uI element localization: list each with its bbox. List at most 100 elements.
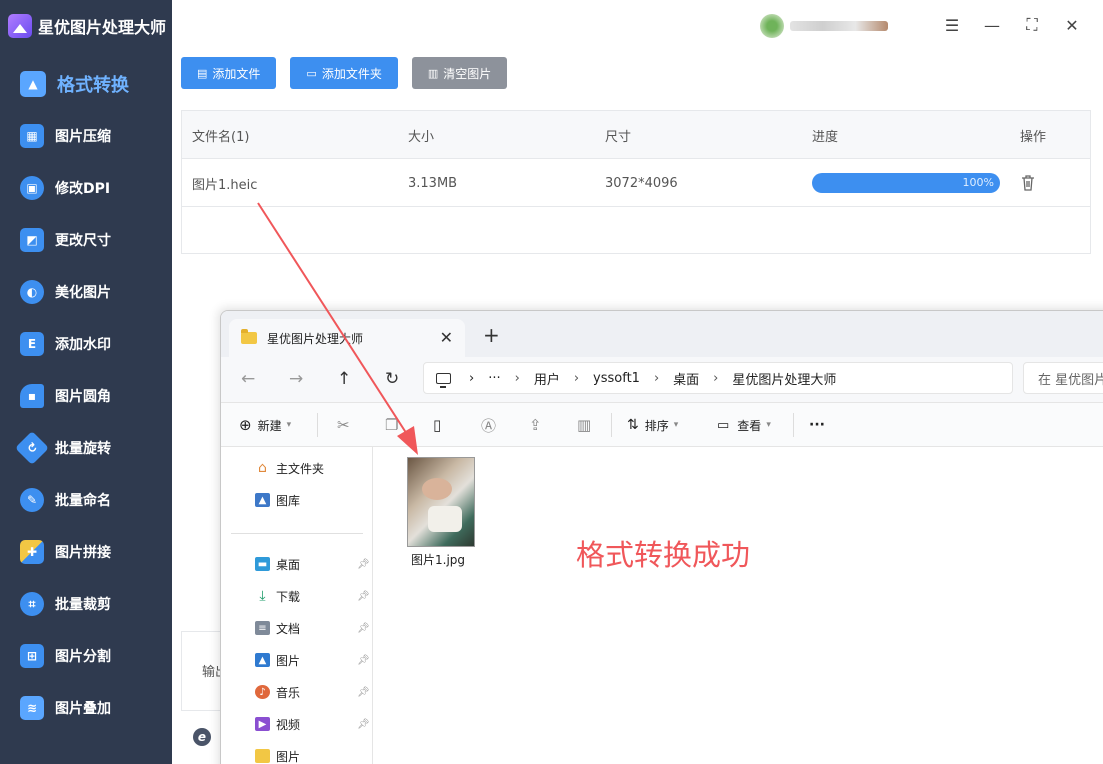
sidebar-item-beautify[interactable]: ◐ 美化图片 [0, 266, 172, 318]
nav-item-pictures[interactable]: ▲ 图片 [255, 649, 300, 671]
header-actions: 操作 [1020, 129, 1047, 145]
plus-circle-icon: ⊕ [239, 416, 252, 434]
pin-icon[interactable]: 📌︎ [357, 687, 370, 698]
sidebar-item-resize[interactable]: ◩ 更改尺寸 [0, 214, 172, 266]
nav-item-desktop[interactable]: ▬ 桌面 [255, 553, 300, 575]
breadcrumb-item[interactable]: 用户 [534, 369, 560, 388]
divider [231, 533, 363, 534]
download-icon: ⤓ [259, 588, 266, 604]
pin-icon[interactable]: 📌︎ [357, 655, 370, 666]
breadcrumb-separator: › [713, 370, 719, 386]
cut-icon[interactable]: ✂ [337, 414, 350, 436]
sidebar-item-label: 批量旋转 [55, 441, 111, 457]
divider [611, 413, 612, 437]
pictures-icon: ▲ [255, 653, 270, 667]
monitor-icon [436, 372, 451, 388]
sidebar-item-split[interactable]: ⊞ 图片分割 [0, 630, 172, 682]
dpi-icon: ▣ [20, 176, 44, 200]
pin-icon[interactable]: 📌︎ [357, 559, 370, 570]
paste-icon[interactable]: ▯ [433, 414, 441, 436]
explorer-tab[interactable]: 星优图片处理大师 ✕ [229, 319, 465, 357]
tab-title: 星优图片处理大师 [267, 331, 364, 346]
delete-icon[interactable]: ▥ [577, 414, 591, 436]
sidebar-item-dpi[interactable]: ▣ 修改DPI [0, 162, 172, 214]
sidebar-item-watermark[interactable]: E 添加水印 [0, 318, 172, 370]
nav-item-home[interactable]: ⌂ 主文件夹 [255, 457, 324, 479]
sidebar-item-label: 图片压缩 [55, 129, 111, 145]
explorer-address-bar: ← → ↑ ↻ › ··· › 用户 › yssoft1 › 桌面 › 星优图片… [221, 357, 1103, 403]
maximize-button[interactable]: ⛶ [1021, 14, 1043, 36]
file-thumbnail[interactable] [407, 457, 475, 547]
close-button[interactable]: ✕ [1061, 14, 1083, 36]
add-folder-button[interactable]: ▭ 添加文件夹 [290, 57, 398, 89]
sidebar-item-stitch[interactable]: ✚ 图片拼接 [0, 526, 172, 578]
round-corner-icon: ▪ [20, 384, 44, 408]
minimize-button[interactable]: — [981, 14, 1003, 36]
new-tab-icon[interactable]: + [483, 323, 500, 347]
clear-images-label: 清空图片 [443, 66, 492, 81]
sidebar-item-label: 添加水印 [55, 337, 111, 353]
settings-sliders-icon[interactable]: ☰ [941, 14, 963, 36]
user-account[interactable] [760, 14, 894, 38]
add-folder-label: 添加文件夹 [321, 66, 382, 81]
breadcrumb-ellipsis[interactable]: ··· [488, 371, 500, 386]
video-icon: ▶ [255, 717, 270, 731]
nav-item-music[interactable]: ♪ 音乐 [255, 681, 300, 703]
rename-icon[interactable]: Ⓐ [481, 414, 496, 436]
nav-item-downloads[interactable]: ⤓ 下载 [255, 585, 300, 607]
sidebar-item-label: 图片拼接 [55, 545, 111, 561]
close-tab-icon[interactable]: ✕ [440, 328, 453, 347]
address-input[interactable]: › ··· › 用户 › yssoft1 › 桌面 › 星优图片处理大师 [423, 362, 1013, 394]
nav-item-documents[interactable]: ≡ 文档 [255, 617, 300, 639]
breadcrumb-item[interactable]: 桌面 [673, 369, 699, 388]
sidebar-item-label: 批量命名 [55, 493, 111, 509]
success-annotation: 格式转换成功 [576, 538, 751, 572]
breadcrumb-separator: › [573, 370, 580, 386]
sidebar-item-rotate[interactable]: ↻ 批量旋转 [0, 422, 172, 474]
sort-button[interactable]: ⇅ 排序 ▾ [627, 414, 678, 436]
breadcrumb-item[interactable]: 星优图片处理大师 [732, 369, 836, 388]
clear-images-button[interactable]: ▥ 清空图片 [411, 57, 508, 89]
cell-dimensions: 3072*4096 [605, 175, 678, 191]
desktop-icon: ▬ [255, 557, 270, 571]
back-arrow-icon[interactable]: ← [241, 369, 255, 389]
share-icon[interactable]: ⇪ [529, 414, 542, 436]
sidebar-item-compress[interactable]: ▦ 图片压缩 [0, 110, 172, 162]
refresh-icon[interactable]: ↻ [385, 369, 399, 389]
resize-icon: ◩ [20, 228, 44, 252]
sidebar-item-round-corner[interactable]: ▪ 图片圆角 [0, 370, 172, 422]
copy-icon[interactable]: ❐ [385, 414, 398, 436]
sidebar-item-crop[interactable]: ⌗ 批量裁剪 [0, 578, 172, 630]
nav-item-videos[interactable]: ▶ 视频 [255, 713, 300, 735]
sidebar-item-layers[interactable]: ≋ 图片叠加 [0, 682, 172, 734]
search-input[interactable]: 在 星优图片 [1023, 362, 1103, 394]
divider [793, 413, 794, 437]
nav-item-gallery[interactable]: ▲ 图库 [255, 489, 300, 511]
file-name[interactable]: 图片1.jpg [411, 551, 465, 568]
sidebar-item-format-convert[interactable]: ▲ 格式转换 [0, 58, 172, 110]
breadcrumb-separator: › [469, 370, 475, 386]
nav-item-pictures-folder[interactable]: 图片 [255, 745, 300, 764]
pin-icon[interactable]: 📌︎ [357, 623, 370, 634]
browser-e-icon[interactable]: e [193, 728, 211, 746]
nav-label: 音乐 [276, 685, 301, 700]
table-row[interactable]: 图片1.heic 3.13MB 3072*4096 100% [182, 159, 1090, 207]
pin-icon[interactable]: 📌︎ [357, 719, 370, 730]
delete-trash-icon[interactable] [1020, 174, 1036, 192]
crop-icon: ⌗ [20, 592, 44, 616]
breadcrumb-item[interactable]: yssoft1 [593, 371, 640, 386]
up-arrow-icon[interactable]: ↑ [337, 369, 351, 389]
app-title: 星优图片处理大师 [38, 18, 167, 37]
forward-arrow-icon[interactable]: → [289, 369, 303, 389]
sidebar-item-label: 图片叠加 [55, 701, 111, 717]
header-filename: 文件名(1) [192, 129, 250, 145]
view-button[interactable]: ▭ 查看 ▾ [717, 414, 771, 436]
new-button[interactable]: ⊕ 新建 ▾ [239, 414, 291, 436]
sidebar-item-rename[interactable]: ✎ 批量命名 [0, 474, 172, 526]
pin-icon[interactable]: 📌︎ [357, 591, 370, 602]
divider [317, 413, 318, 437]
add-file-label: 添加文件 [212, 66, 261, 81]
nav-label: 视频 [276, 717, 301, 732]
add-file-button[interactable]: ▤ 添加文件 [181, 57, 277, 89]
more-options-button[interactable]: ··· [809, 414, 825, 436]
